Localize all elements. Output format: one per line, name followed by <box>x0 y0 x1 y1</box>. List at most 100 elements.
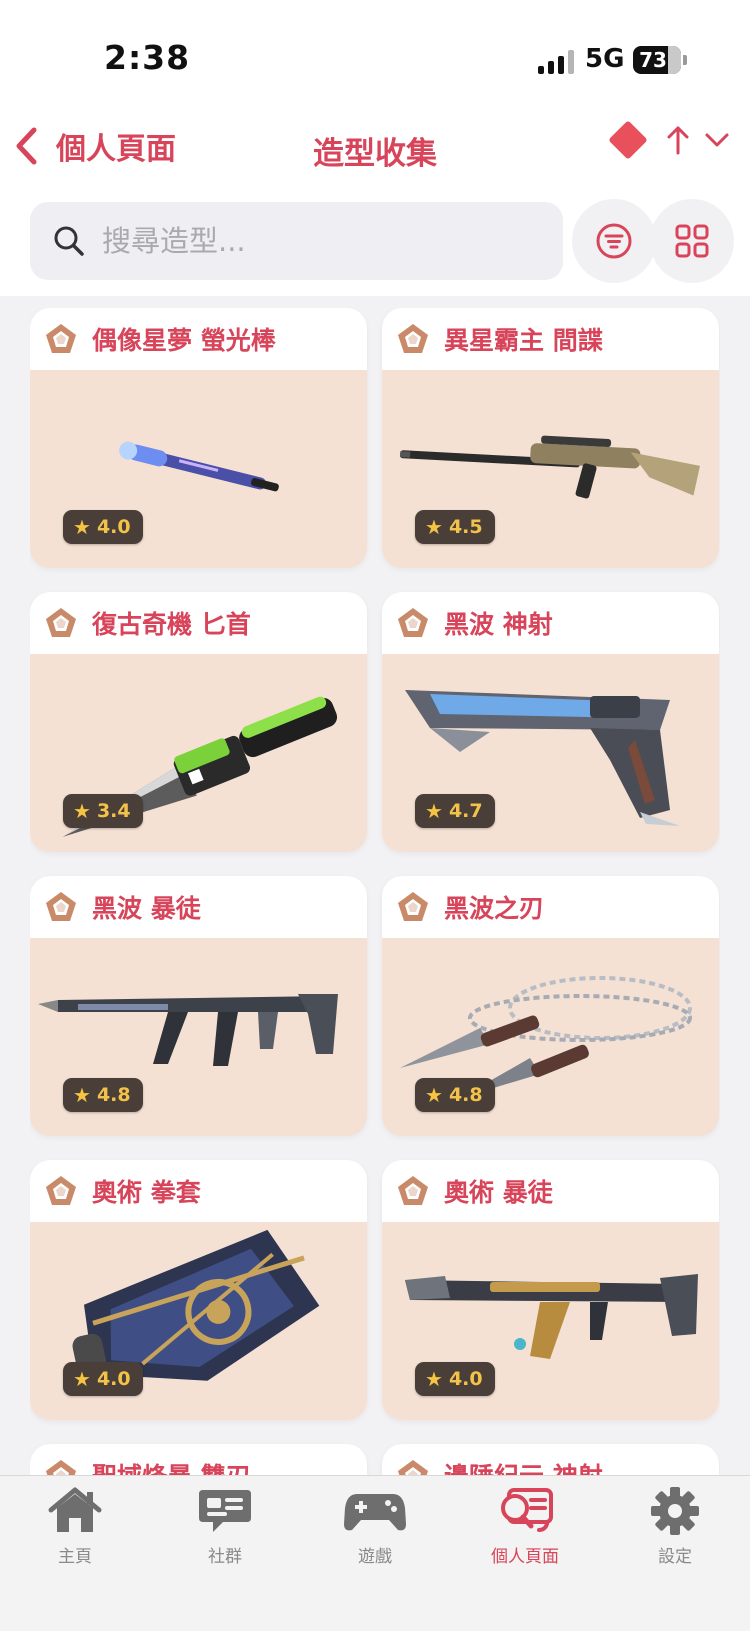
filter-button[interactable] <box>572 199 656 283</box>
skin-name: 邊陲紀元 神射 <box>444 1457 603 1476</box>
star-icon: ★ <box>73 515 91 539</box>
rating-value: 4.8 <box>448 1084 483 1106</box>
tab-profile[interactable]: 個人頁面 <box>450 1486 600 1576</box>
tab-label-games: 遊戲 <box>358 1547 392 1567</box>
signal-icon <box>538 50 574 74</box>
tier-pentagon-icon <box>398 324 428 353</box>
grid-view-icon <box>675 224 709 258</box>
rating-badge: ★ 4.0 <box>415 1362 495 1396</box>
rating-value: 3.4 <box>96 800 131 822</box>
chevron-left-icon <box>16 127 37 165</box>
rating-badge: ★ 4.0 <box>63 510 143 544</box>
sort-controls <box>608 120 730 160</box>
skin-preview: ★ 3.4 <box>30 654 367 852</box>
skin-grid: 偶像星夢 螢光棒 ★ 4.0 異星霸主 間諜 ★ 4.5 復古奇機 匕首 ★ 3.4 黑波 神射 ★… <box>30 308 720 1476</box>
skin-card[interactable]: 黑波之刃 ★ 4.8 <box>382 876 719 1136</box>
tab-home[interactable]: 主頁 <box>0 1486 150 1576</box>
back-label: 個人頁面 <box>56 132 176 167</box>
tab-bar: 主頁 社群 遊戲 個人頁面 設定 <box>0 1475 750 1631</box>
skin-card[interactable]: 異星霸主 間諜 ★ 4.5 <box>382 308 719 568</box>
skin-card-header: 黑波之刃 <box>382 876 719 938</box>
skin-card-header: 黑波 神射 <box>382 592 719 654</box>
skin-card[interactable]: 復古奇機 匕首 ★ 3.4 <box>30 592 367 852</box>
skin-card[interactable]: 邊陲紀元 神射 <box>382 1444 719 1476</box>
rating-badge: ★ 3.4 <box>63 794 143 828</box>
skin-preview: ★ 4.0 <box>30 370 367 568</box>
rating-badge: ★ 4.8 <box>63 1078 143 1112</box>
home-icon <box>48 1487 102 1532</box>
star-icon: ★ <box>425 1367 443 1391</box>
skin-name: 黑波 暴徒 <box>92 894 201 923</box>
skin-preview: ★ 4.0 <box>382 1222 719 1420</box>
tier-pentagon-icon <box>46 1460 76 1476</box>
star-icon: ★ <box>73 1083 91 1107</box>
skin-card-header: 偶像星夢 螢光棒 <box>30 308 367 370</box>
tab-label-community: 社群 <box>208 1547 242 1567</box>
chat-icon <box>199 1490 251 1532</box>
gear-icon <box>651 1487 699 1535</box>
star-icon: ★ <box>73 1367 91 1391</box>
rarity-filter-diamond-icon[interactable] <box>608 120 648 160</box>
rating-badge: ★ 4.0 <box>63 1362 143 1396</box>
sort-arrow-up-icon[interactable] <box>666 124 690 156</box>
search-icon <box>54 226 84 256</box>
tab-games[interactable]: 遊戲 <box>300 1486 450 1576</box>
skin-card[interactable]: 聖域烽暴 雙刃 <box>30 1444 367 1476</box>
skin-card[interactable]: 黑波 暴徒 ★ 4.8 <box>30 876 367 1136</box>
battery-level: 73 <box>639 48 667 72</box>
network-label: 5G <box>585 44 625 74</box>
skin-card[interactable]: 偶像星夢 螢光棒 ★ 4.0 <box>30 308 367 568</box>
skin-card-header: 邊陲紀元 神射 <box>382 1444 719 1476</box>
skin-card-header: 奧術 拳套 <box>30 1160 367 1222</box>
skin-preview: ★ 4.8 <box>382 938 719 1136</box>
skin-card-header: 奧術 暴徒 <box>382 1160 719 1222</box>
tier-pentagon-icon <box>398 1460 428 1476</box>
tab-settings[interactable]: 設定 <box>600 1486 750 1576</box>
skin-preview: ★ 4.8 <box>30 938 367 1136</box>
status-bar: 2:38 5G 73 <box>0 0 750 100</box>
star-icon: ★ <box>425 1083 443 1107</box>
tier-pentagon-icon <box>398 892 428 921</box>
search-input[interactable] <box>102 224 502 258</box>
rating-badge: ★ 4.8 <box>415 1078 495 1112</box>
tier-pentagon-icon <box>398 608 428 637</box>
skin-name: 異星霸主 間諜 <box>444 326 603 355</box>
skin-card-header: 聖域烽暴 雙刃 <box>30 1444 367 1476</box>
tab-label-profile: 個人頁面 <box>491 1547 559 1567</box>
skin-card-header: 異星霸主 間諜 <box>382 308 719 370</box>
rating-value: 4.0 <box>96 516 131 538</box>
skin-name: 偶像星夢 螢光棒 <box>92 326 276 355</box>
tab-label-settings: 設定 <box>658 1547 692 1567</box>
skin-card-header: 黑波 暴徒 <box>30 876 367 938</box>
skin-name: 復古奇機 匕首 <box>92 610 251 639</box>
search-bar <box>30 202 563 280</box>
battery-icon: 73 <box>633 46 687 74</box>
skin-preview: ★ 4.5 <box>382 370 719 568</box>
skin-name: 奧術 拳套 <box>92 1178 201 1207</box>
back-button[interactable]: 個人頁面 <box>12 110 176 182</box>
skin-name: 奧術 暴徒 <box>444 1178 553 1207</box>
tier-pentagon-icon <box>46 608 76 637</box>
star-icon: ★ <box>425 799 443 823</box>
skin-card[interactable]: 黑波 神射 ★ 4.7 <box>382 592 719 852</box>
tier-pentagon-icon <box>46 324 76 353</box>
tab-label-home: 主頁 <box>58 1547 92 1567</box>
skin-name: 聖域烽暴 雙刃 <box>92 1457 251 1476</box>
filter-icon <box>596 223 632 259</box>
tab-community[interactable]: 社群 <box>150 1486 300 1576</box>
rating-value: 4.0 <box>96 1368 131 1390</box>
skin-card[interactable]: 奧術 暴徒 ★ 4.0 <box>382 1160 719 1420</box>
gamepad-icon <box>344 1494 406 1531</box>
chevron-down-icon[interactable] <box>704 130 730 150</box>
skin-preview: ★ 4.0 <box>30 1222 367 1420</box>
star-icon: ★ <box>425 515 443 539</box>
rating-value: 4.5 <box>448 516 483 538</box>
nav-header: 個人頁面 造型收集 <box>0 110 750 182</box>
rating-badge: ★ 4.5 <box>415 510 495 544</box>
grid-view-button[interactable] <box>650 199 734 283</box>
skin-name: 黑波之刃 <box>444 894 545 923</box>
skin-card[interactable]: 奧術 拳套 ★ 4.0 <box>30 1160 367 1420</box>
skin-card-header: 復古奇機 匕首 <box>30 592 367 654</box>
tier-pentagon-icon <box>398 1176 428 1205</box>
status-time: 2:38 <box>104 38 191 77</box>
